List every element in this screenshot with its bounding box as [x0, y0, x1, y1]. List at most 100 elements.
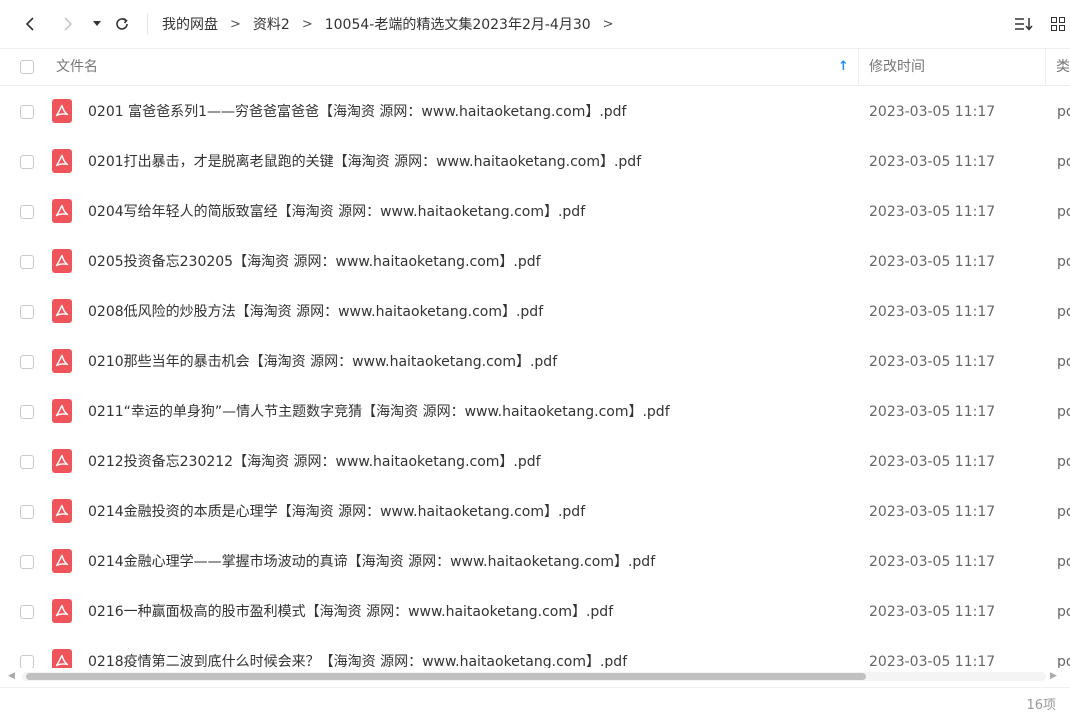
- file-row[interactable]: 0210那些当年的暴击机会【海淘资 源网：www.haitaoketang.co…: [0, 337, 1070, 387]
- column-header-name[interactable]: 文件名: [56, 49, 98, 85]
- row-checkbox[interactable]: [20, 305, 34, 319]
- file-modified-time: 2023-03-05 11:17: [869, 454, 996, 470]
- breadcrumb-separator[interactable]: >: [603, 17, 614, 32]
- row-checkbox[interactable]: [20, 655, 34, 668]
- pdf-icon: [52, 249, 72, 273]
- sort-list-icon: [1015, 18, 1033, 31]
- column-divider[interactable]: [858, 49, 859, 85]
- scrollbar-track[interactable]: [22, 672, 1046, 681]
- file-name[interactable]: 0214金融心理学——掌握市场波动的真谛【海淘资 源网：www.haitaoke…: [88, 537, 655, 587]
- file-modified-time: 2023-03-05 11:17: [869, 104, 996, 120]
- row-checkbox[interactable]: [20, 255, 34, 269]
- file-name[interactable]: 0210那些当年的暴击机会【海淘资 源网：www.haitaoketang.co…: [88, 337, 557, 387]
- breadcrumb-separator: >: [301, 16, 313, 32]
- file-row[interactable]: 0208低风险的炒股方法【海淘资 源网：www.haitaoketang.com…: [0, 287, 1070, 337]
- pdf-icon: [52, 299, 72, 323]
- file-modified-time: 2023-03-05 11:17: [869, 304, 996, 320]
- file-name[interactable]: 0208低风险的炒股方法【海淘资 源网：www.haitaoketang.com…: [88, 287, 543, 337]
- file-type: pdf: [1057, 104, 1070, 120]
- file-modified-time: 2023-03-05 11:17: [869, 204, 996, 220]
- row-checkbox[interactable]: [20, 155, 34, 169]
- pdf-icon: [52, 449, 72, 473]
- file-row[interactable]: 0201 富爸爸系列1——穷爸爸富爸爸【海淘资 源网：www.haitaoket…: [0, 87, 1070, 137]
- back-button[interactable]: [18, 10, 42, 38]
- file-row[interactable]: 0201打出暴击，才是脱离老鼠跑的关键【海淘资 源网：www.haitaoket…: [0, 137, 1070, 187]
- row-checkbox[interactable]: [20, 205, 34, 219]
- pdf-icon: [52, 349, 72, 373]
- row-checkbox[interactable]: [20, 555, 34, 569]
- file-modified-time: 2023-03-05 11:17: [869, 404, 996, 420]
- file-row[interactable]: 0205投资备忘230205【海淘资 源网：www.haitaoketang.c…: [0, 237, 1070, 287]
- refresh-icon: [116, 17, 128, 30]
- file-row[interactable]: 0216一种赢面极高的股市盈利模式【海淘资 源网：www.haitaoketan…: [0, 587, 1070, 637]
- column-divider[interactable]: [1045, 49, 1046, 85]
- pdf-icon: [52, 549, 72, 573]
- file-row[interactable]: 0211“幸运的单身狗”—情人节主题数字竞猜【海淘资 源网：www.haitao…: [0, 387, 1070, 437]
- navigation-bar: 我的网盘 > 资料2 > 10054-老端的精选文集2023年2月-4月30 >: [0, 0, 1070, 48]
- file-name[interactable]: 0214金融投资的本质是心理学【海淘资 源网：www.haitaoketang.…: [88, 487, 585, 537]
- breadcrumb-item-folder[interactable]: 资料2: [253, 14, 290, 34]
- row-checkbox[interactable]: [20, 505, 34, 519]
- file-type: pdf: [1057, 354, 1070, 370]
- pdf-icon: [52, 399, 72, 423]
- file-type: pdf: [1057, 304, 1070, 320]
- row-checkbox[interactable]: [20, 605, 34, 619]
- file-modified-time: 2023-03-05 11:17: [869, 554, 996, 570]
- column-header-modified[interactable]: 修改时间: [869, 49, 925, 85]
- row-checkbox[interactable]: [20, 455, 34, 469]
- breadcrumb-separator: >: [230, 16, 241, 32]
- file-name[interactable]: 0204写给年轻人的简版致富经【海淘资 源网：www.haitaoketang.…: [88, 187, 585, 237]
- file-name[interactable]: 0211“幸运的单身狗”—情人节主题数字竞猜【海淘资 源网：www.haitao…: [88, 387, 670, 437]
- sort-ascending-icon[interactable]: ↑: [838, 49, 849, 85]
- file-name[interactable]: 0218疫情第二波到底什么时候会来？【海淘资 源网：www.haitaoketa…: [88, 637, 627, 668]
- file-name[interactable]: 0201打出暴击，才是脱离老鼠跑的关键【海淘资 源网：www.haitaoket…: [88, 137, 641, 187]
- file-modified-time: 2023-03-05 11:17: [869, 604, 996, 620]
- file-name[interactable]: 0212投资备忘230212【海淘资 源网：www.haitaoketang.c…: [88, 437, 541, 487]
- file-row[interactable]: 0214金融心理学——掌握市场波动的真谛【海淘资 源网：www.haitaoke…: [0, 537, 1070, 587]
- breadcrumb-item-root[interactable]: 我的网盘: [162, 14, 218, 34]
- pdf-icon: [52, 599, 72, 623]
- refresh-button[interactable]: [110, 10, 134, 38]
- chevron-left-icon: [25, 17, 34, 31]
- file-type: pdf: [1057, 404, 1070, 420]
- file-type: pdf: [1057, 604, 1070, 620]
- scroll-left-arrow-icon[interactable]: ◀: [8, 671, 15, 681]
- view-toggle-button[interactable]: [1046, 12, 1070, 36]
- file-name[interactable]: 0205投资备忘230205【海淘资 源网：www.haitaoketang.c…: [88, 237, 541, 287]
- file-type: pdf: [1057, 654, 1070, 668]
- row-checkbox[interactable]: [20, 105, 34, 119]
- breadcrumb: 我的网盘 > 资料2 > 10054-老端的精选文集2023年2月-4月30 >: [162, 0, 626, 48]
- grid-view-icon: [1051, 17, 1065, 31]
- chevron-right-icon: [64, 17, 73, 31]
- select-all-checkbox[interactable]: [20, 60, 34, 74]
- file-type: pdf: [1057, 254, 1070, 270]
- file-row[interactable]: 0218疫情第二波到底什么时候会来？【海淘资 源网：www.haitaoketa…: [0, 637, 1070, 668]
- scrollbar-thumb[interactable]: [26, 673, 866, 680]
- sort-button[interactable]: [1012, 12, 1036, 36]
- file-row[interactable]: 0212投资备忘230212【海淘资 源网：www.haitaoketang.c…: [0, 437, 1070, 487]
- file-row[interactable]: 0204写给年轻人的简版致富经【海淘资 源网：www.haitaoketang.…: [0, 187, 1070, 237]
- scroll-right-arrow-icon[interactable]: ▶: [1050, 671, 1057, 681]
- file-row[interactable]: 0214金融投资的本质是心理学【海淘资 源网：www.haitaoketang.…: [0, 487, 1070, 537]
- column-header-type[interactable]: 类型: [1056, 49, 1070, 85]
- file-modified-time: 2023-03-05 11:17: [869, 654, 996, 668]
- caret-down-icon: [93, 21, 101, 26]
- file-type: pdf: [1057, 454, 1070, 470]
- file-modified-time: 2023-03-05 11:17: [869, 504, 996, 520]
- file-modified-time: 2023-03-05 11:17: [869, 354, 996, 370]
- breadcrumb-item-current[interactable]: 10054-老端的精选文集2023年2月-4月30: [325, 14, 591, 34]
- file-name[interactable]: 0201 富爸爸系列1——穷爸爸富爸爸【海淘资 源网：www.haitaoket…: [88, 87, 626, 137]
- pdf-icon: [52, 499, 72, 523]
- file-list-header: 文件名 ↑ 修改时间 类型: [0, 48, 1070, 86]
- item-count: 16项: [1026, 698, 1056, 713]
- history-dropdown-button[interactable]: [88, 10, 106, 38]
- file-name[interactable]: 0216一种赢面极高的股市盈利模式【海淘资 源网：www.haitaoketan…: [88, 587, 613, 637]
- file-type: pdf: [1057, 554, 1070, 570]
- row-checkbox[interactable]: [20, 405, 34, 419]
- horizontal-scrollbar[interactable]: ◀ ▶: [0, 668, 1070, 686]
- pdf-icon: [52, 99, 72, 123]
- pdf-icon: [52, 149, 72, 173]
- row-checkbox[interactable]: [20, 355, 34, 369]
- toolbar-divider: [147, 14, 148, 34]
- forward-button[interactable]: [56, 10, 80, 38]
